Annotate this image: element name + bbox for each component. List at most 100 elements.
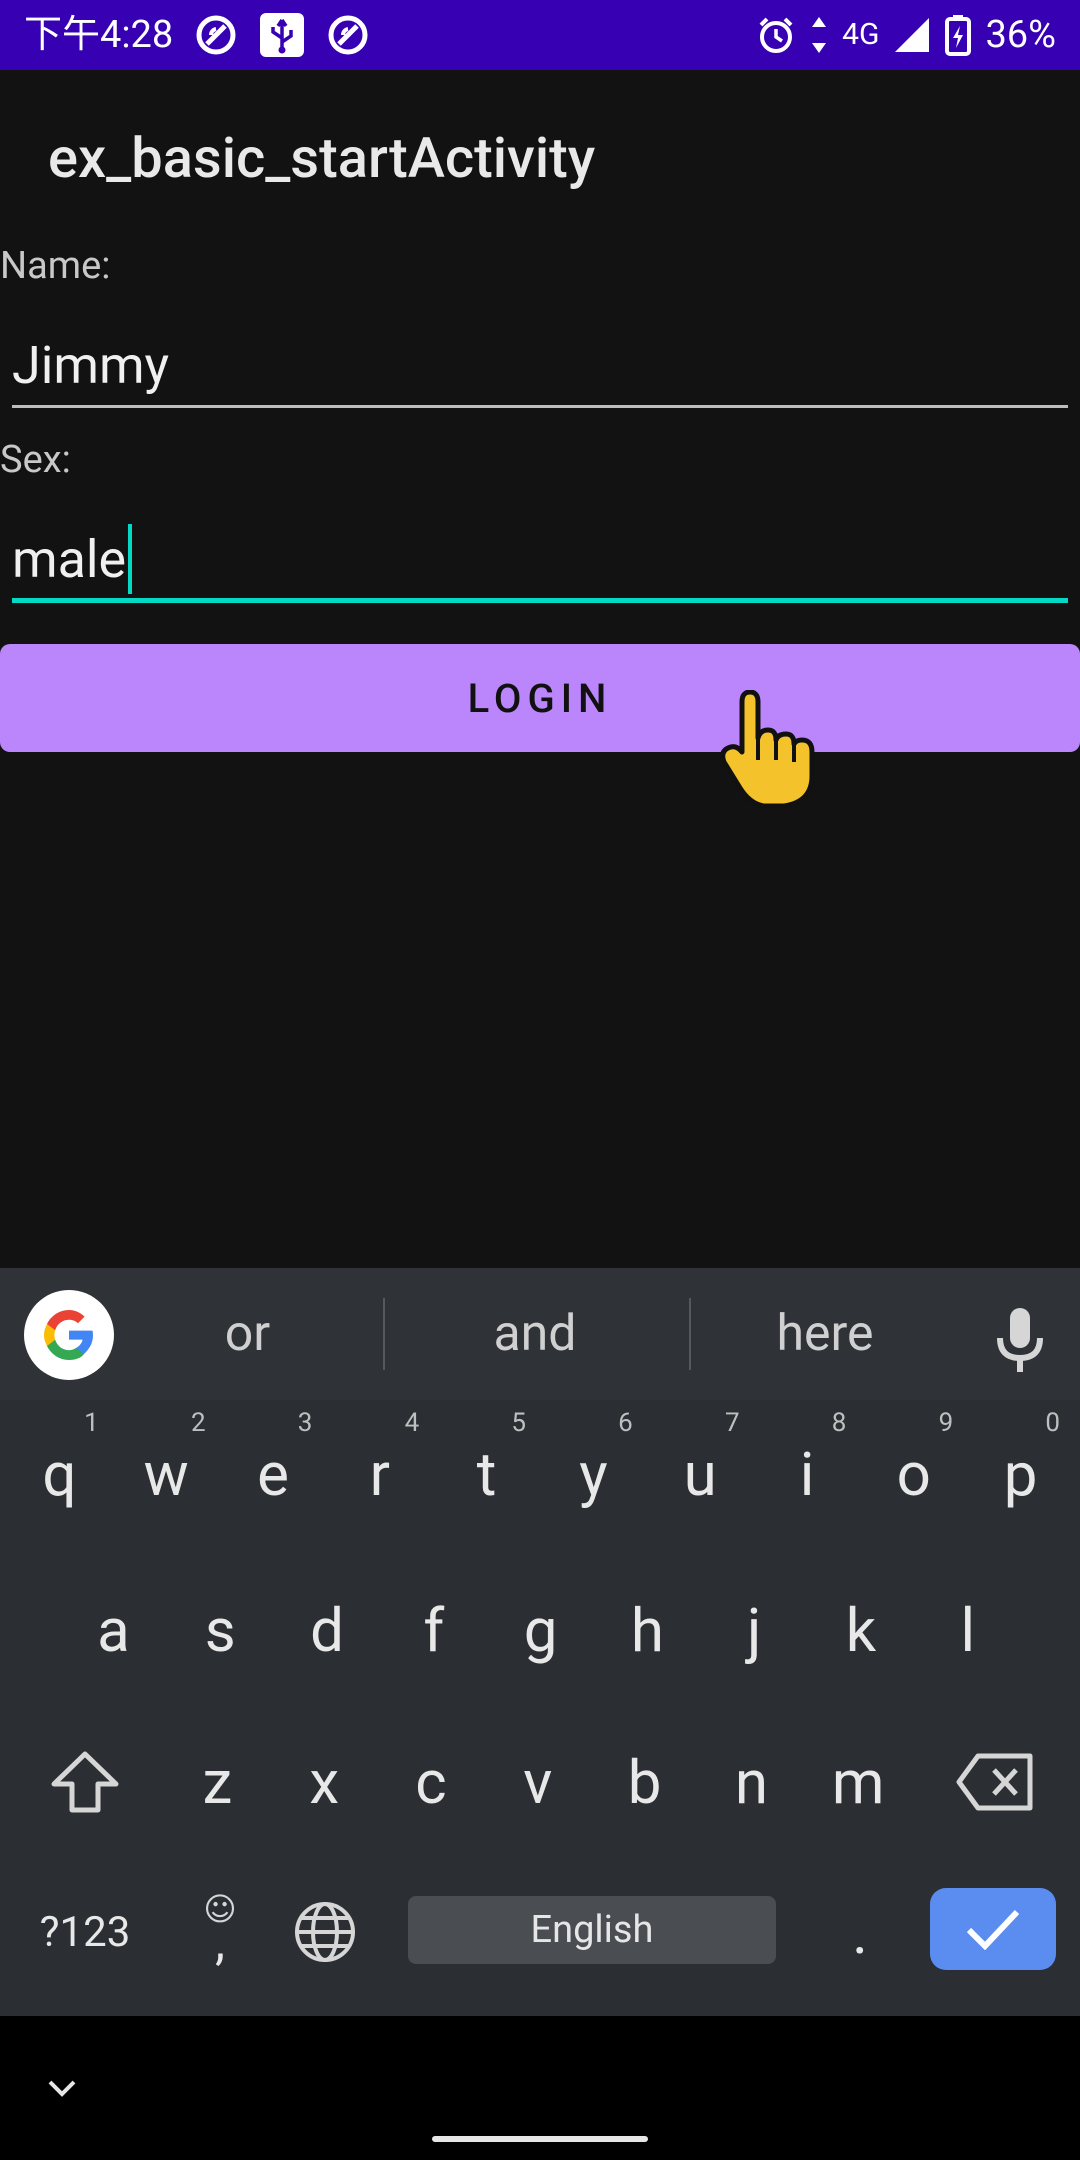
key-label: b	[627, 1746, 662, 1818]
key-r[interactable]: r4	[326, 1400, 433, 1548]
key-label: n	[734, 1746, 768, 1818]
key-y[interactable]: y6	[540, 1400, 647, 1548]
shift-icon	[51, 1751, 119, 1813]
space-key-label: English	[530, 1908, 654, 1952]
key-number-hint: 3	[297, 1408, 313, 1438]
name-input-value: Jimmy	[12, 334, 170, 396]
status-bar: 下午4:28 4G 36%	[0, 0, 1080, 70]
symbols-key[interactable]: ?123	[10, 1862, 160, 2002]
page-title: ex_basic_startActivity	[48, 124, 596, 191]
key-label: s	[204, 1594, 236, 1666]
suggestion-item[interactable]: or	[150, 1268, 345, 1400]
key-a[interactable]: a	[60, 1556, 167, 1704]
key-label: h	[630, 1594, 664, 1666]
key-label: g	[523, 1594, 558, 1666]
text-cursor	[128, 524, 133, 594]
sex-input-value: male	[12, 528, 127, 590]
key-label: f	[423, 1594, 445, 1666]
key-l[interactable]: l	[914, 1556, 1021, 1704]
sex-label: Sex:	[0, 438, 71, 482]
suggestion-item[interactable]: here	[700, 1268, 950, 1400]
comma-key-label: ,	[215, 1914, 225, 1972]
check-icon	[966, 1909, 1020, 1950]
sex-input-underline	[12, 598, 1068, 603]
key-number-hint: 0	[1045, 1408, 1060, 1438]
key-k[interactable]: k	[808, 1556, 915, 1704]
chevron-down-icon[interactable]	[44, 2070, 80, 2106]
key-number-hint: 5	[511, 1408, 526, 1438]
name-input[interactable]: Jimmy	[12, 320, 1068, 410]
key-w[interactable]: w2	[113, 1400, 220, 1548]
name-input-underline	[12, 405, 1068, 408]
microphone-icon[interactable]	[990, 1306, 1050, 1376]
alarm-icon	[756, 15, 796, 55]
pointer-hand-icon	[720, 690, 815, 809]
key-label: q	[42, 1438, 77, 1510]
suggestion-divider	[383, 1298, 385, 1370]
key-z[interactable]: z	[164, 1708, 271, 1856]
key-number-hint: 7	[724, 1408, 740, 1438]
key-v[interactable]: v	[484, 1708, 591, 1856]
data-arrows-icon	[810, 15, 828, 55]
key-e[interactable]: e3	[220, 1400, 327, 1548]
key-s[interactable]: s	[167, 1556, 274, 1704]
key-p[interactable]: p0	[967, 1400, 1074, 1548]
suggestion-divider	[689, 1298, 691, 1370]
shift-key[interactable]	[20, 1708, 150, 1856]
key-label: m	[831, 1746, 885, 1818]
key-g[interactable]: g	[487, 1556, 594, 1704]
key-label: y	[579, 1438, 608, 1510]
period-key[interactable]: .	[820, 1862, 900, 2002]
key-t[interactable]: t5	[433, 1400, 540, 1548]
backspace-icon	[956, 1753, 1033, 1811]
key-q[interactable]: q1	[6, 1400, 113, 1548]
key-label: e	[257, 1438, 289, 1510]
app-bar: ex_basic_startActivity	[0, 70, 1080, 245]
battery-charging-icon	[945, 14, 972, 56]
key-label: r	[369, 1438, 390, 1510]
key-label: t	[476, 1438, 497, 1510]
key-h[interactable]: h	[594, 1556, 701, 1704]
key-d[interactable]: d	[274, 1556, 381, 1704]
key-label: o	[896, 1438, 931, 1510]
key-j[interactable]: j	[701, 1556, 808, 1704]
key-c[interactable]: c	[378, 1708, 485, 1856]
status-time: 下午4:28	[24, 13, 174, 57]
google-logo-icon[interactable]	[24, 1290, 114, 1380]
signal-icon	[893, 16, 931, 54]
sex-input[interactable]: male	[12, 514, 1068, 604]
key-number-hint: 9	[938, 1408, 954, 1438]
space-key[interactable]: English	[408, 1896, 776, 1964]
globe-icon	[295, 1902, 355, 1962]
language-key[interactable]	[282, 1862, 368, 2002]
battery-percent: 36%	[985, 13, 1056, 57]
usb-icon	[259, 12, 305, 58]
gesture-handle[interactable]	[432, 2136, 648, 2142]
key-u[interactable]: u7	[647, 1400, 754, 1548]
do-not-disturb-icon	[327, 14, 369, 56]
key-o[interactable]: o9	[860, 1400, 967, 1548]
do-not-disturb-icon	[195, 14, 237, 56]
suggestion-item[interactable]: and	[400, 1268, 670, 1400]
backspace-key[interactable]	[930, 1708, 1060, 1856]
key-number-hint: 4	[404, 1408, 420, 1438]
key-label: c	[415, 1746, 447, 1818]
key-i[interactable]: i8	[754, 1400, 861, 1548]
key-m[interactable]: m	[805, 1708, 912, 1856]
network-type: 4G	[842, 17, 880, 52]
key-b[interactable]: b	[591, 1708, 698, 1856]
key-number-hint: 8	[831, 1408, 847, 1438]
keyboard-row-1: q1w2e3r4t5y6u7i8o9p0	[0, 1400, 1080, 1548]
key-label: k	[845, 1594, 877, 1666]
login-button[interactable]: LOGIN	[0, 644, 1080, 752]
key-label: d	[310, 1594, 344, 1666]
key-f[interactable]: f	[380, 1556, 487, 1704]
comma-emoji-key[interactable]: ☺ ,	[180, 1862, 260, 2002]
suggestion-bar: or and here	[0, 1268, 1080, 1400]
key-number-hint: 1	[84, 1408, 99, 1438]
key-n[interactable]: n	[698, 1708, 805, 1856]
name-label: Name:	[0, 244, 111, 288]
key-number-hint: 6	[618, 1408, 633, 1438]
key-x[interactable]: x	[271, 1708, 378, 1856]
enter-key[interactable]	[930, 1888, 1056, 1970]
